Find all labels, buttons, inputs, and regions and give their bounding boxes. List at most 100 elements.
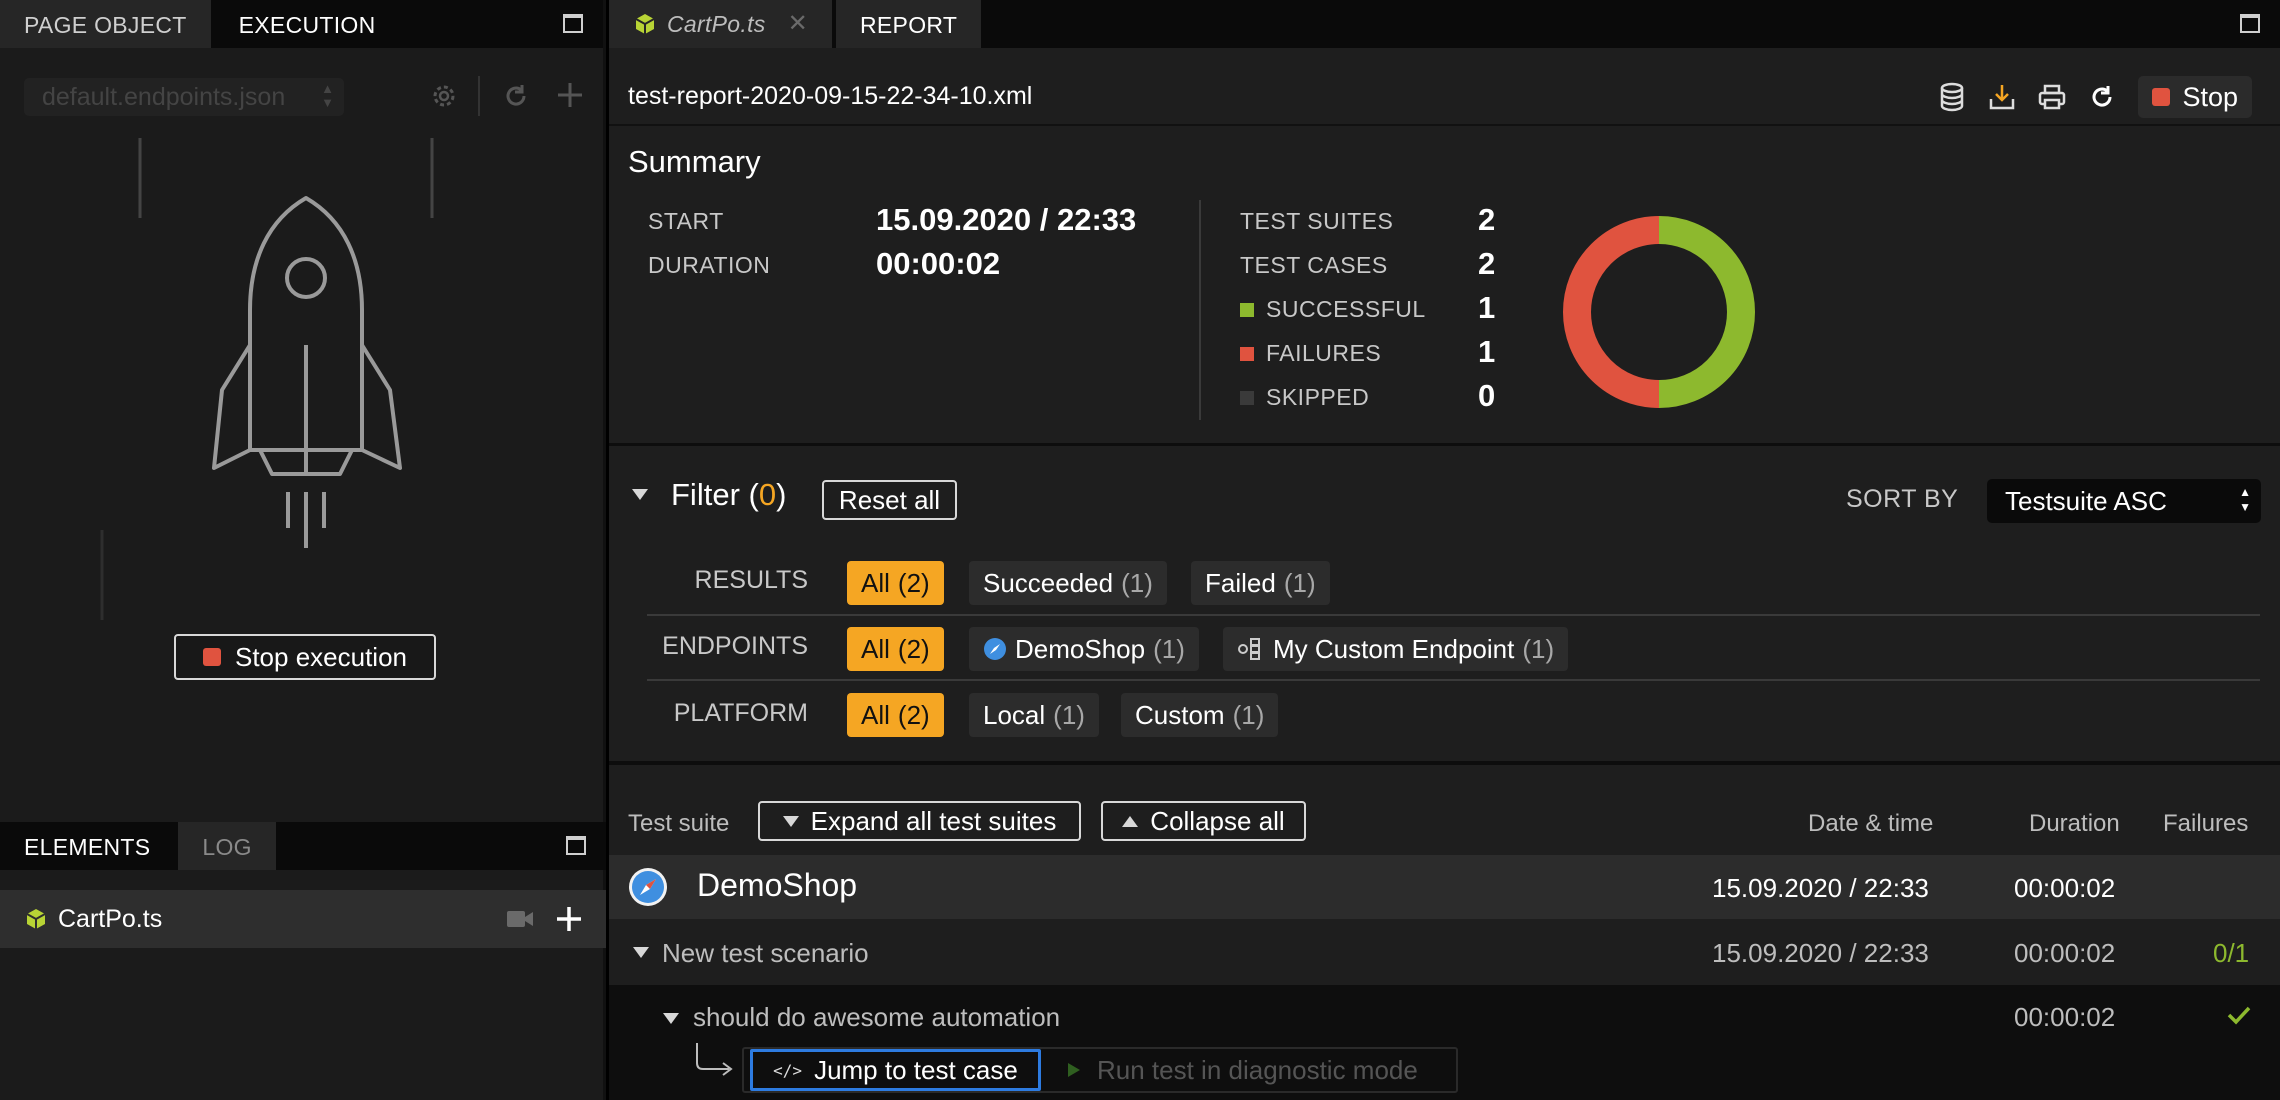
test-case-row[interactable]: should do awesome automation 00:00:02 </… <box>609 985 2280 1100</box>
expand-icon <box>782 815 799 827</box>
endpoints-chip-custom[interactable]: My Custom Endpoint (1) <box>1223 627 1569 671</box>
success-legend-swatch <box>1240 303 1254 317</box>
tab-log[interactable]: LOG <box>178 822 276 870</box>
stop-execution-button[interactable]: Stop execution <box>174 634 436 680</box>
duration-label: DURATION <box>648 252 771 278</box>
jump-to-test-case-button[interactable]: </> Jump to test case <box>750 1049 1041 1091</box>
scenario-name: New test scenario <box>662 938 869 968</box>
maximize-icon[interactable] <box>2240 14 2260 33</box>
results-chip-failed[interactable]: Failed (1) <box>1191 561 1330 605</box>
tab-report[interactable]: REPORT <box>836 0 982 48</box>
refresh-icon[interactable] <box>502 82 530 110</box>
duration-value: 00:00:02 <box>876 246 1001 281</box>
start-value: 15.09.2020 / 22:33 <box>876 202 1137 237</box>
failures-label: FAILURES <box>1240 340 1381 367</box>
report-filename: test-report-2020-09-15-22-34-10.xml <box>628 82 1033 110</box>
stop-icon <box>2152 88 2171 106</box>
collapse-case-icon[interactable] <box>663 1013 679 1024</box>
select-arrows-icon: ▲ ▼ <box>2239 485 2251 514</box>
results-donut-chart <box>1559 212 1759 412</box>
gear-icon[interactable] <box>430 82 458 110</box>
safari-icon <box>629 868 667 906</box>
filter-separator <box>647 679 2260 681</box>
tab-elements[interactable]: ELEMENTS <box>0 822 175 870</box>
maximize-icon[interactable] <box>563 14 583 33</box>
results-chip-succeeded[interactable]: Succeeded (1) <box>969 561 1167 605</box>
results-chip-all[interactable]: All (2) <box>847 561 944 605</box>
execution-toolbar: default.endpoints.json ▲ ▼ <box>0 68 606 124</box>
collapse-filter-icon[interactable] <box>632 487 648 505</box>
platform-filter-label: PLATFORM <box>673 699 808 727</box>
failures-column-header: Failures <box>2163 810 2249 837</box>
suite-datetime: 15.09.2020 / 22:33 <box>1712 873 1929 903</box>
filter-count: 0 <box>758 477 777 512</box>
stop-label: Stop <box>2182 81 2238 112</box>
suite-name: DemoShop <box>697 867 858 903</box>
code-icon: </> <box>773 1060 803 1080</box>
test-results-tree: Test suite Expand all test suites Collap… <box>609 769 2280 1100</box>
select-arrows-icon: ▲ ▼ <box>321 81 334 110</box>
filter-section: Filter (0) Reset all SORT BY Testsuite A… <box>609 449 2280 765</box>
stop-icon <box>202 648 221 666</box>
sort-label: SORT BY <box>1846 485 1959 513</box>
endpoint-select[interactable]: default.endpoints.json ▲ ▼ <box>24 78 344 116</box>
test-suite-row[interactable]: DemoShop 15.09.2020 / 22:33 00:00:02 <box>609 855 2280 919</box>
test-scenario-row[interactable]: New test scenario 15.09.2020 / 22:33 00:… <box>609 919 2280 985</box>
expand-all-button[interactable]: Expand all test suites <box>758 801 1081 841</box>
scenario-duration: 00:00:02 <box>2014 938 2116 968</box>
skipped-value: 0 <box>1478 378 1496 413</box>
download-icon[interactable] <box>1988 83 2016 111</box>
maximize-icon[interactable] <box>566 836 586 855</box>
tab-page-object[interactable]: PAGE OBJECT <box>0 0 211 48</box>
endpoints-chip-all[interactable]: All (2) <box>847 627 944 671</box>
summary-section: Summary START 15.09.2020 / 22:33 DURATIO… <box>609 128 2280 446</box>
add-icon[interactable] <box>555 80 585 110</box>
test-suite-column-label: Test suite <box>628 810 730 837</box>
endpoint-select-value: default.endpoints.json <box>42 83 286 111</box>
add-icon[interactable] <box>554 904 584 934</box>
play-icon <box>1068 1063 1080 1077</box>
print-icon[interactable] <box>2038 83 2066 111</box>
case-duration: 00:00:02 <box>2014 1002 2116 1032</box>
branch-arrow-icon <box>696 1043 733 1076</box>
run-diagnostic-button[interactable]: Run test in diagnostic mode <box>1051 1049 1451 1091</box>
tab-cartpo[interactable]: CartPo.ts ✕ <box>609 0 832 48</box>
platform-chip-local[interactable]: Local (1) <box>969 693 1099 737</box>
tab-cartpo-label: CartPo.ts <box>667 11 766 37</box>
case-name: should do awesome automation <box>693 1002 1061 1032</box>
endpoints-chip-demoshop[interactable]: DemoShop (1) <box>969 627 1199 671</box>
refresh-icon[interactable] <box>2088 83 2116 111</box>
tab-execution[interactable]: EXECUTION <box>214 0 400 48</box>
test-suites-label: TEST SUITES <box>1240 208 1394 234</box>
successful-label: SUCCESSFUL <box>1240 296 1426 323</box>
collapse-scenario-icon[interactable] <box>633 947 649 958</box>
cube-icon <box>26 909 46 929</box>
sort-select[interactable]: Testsuite ASC ▲ ▼ <box>1987 479 2261 523</box>
left-panel: PAGE OBJECT EXECUTION default.endpoints.… <box>0 0 606 1100</box>
scenario-datetime: 15.09.2020 / 22:33 <box>1712 938 1929 968</box>
endpoints-filter-label: ENDPOINTS <box>662 632 808 660</box>
results-filter-label: RESULTS <box>694 566 808 594</box>
bottom-tabbar: ELEMENTS LOG <box>0 822 606 870</box>
left-tabbar: PAGE OBJECT EXECUTION <box>0 0 603 48</box>
suite-duration: 00:00:02 <box>2014 873 2116 903</box>
file-item-cartpo[interactable]: CartPo.ts <box>0 890 606 948</box>
platform-chip-custom[interactable]: Custom (1) <box>1121 693 1279 737</box>
safari-icon <box>984 638 1006 660</box>
file-name: CartPo.ts <box>58 904 163 933</box>
skipped-legend-swatch <box>1240 391 1254 405</box>
collapse-all-button[interactable]: Collapse all <box>1101 801 1306 841</box>
stop-execution-label: Stop execution <box>234 641 407 672</box>
reset-all-button[interactable]: Reset all <box>822 480 957 520</box>
skipped-label: SKIPPED <box>1240 384 1369 411</box>
sort-select-value: Testsuite ASC <box>2005 486 2167 516</box>
video-camera-icon[interactable] <box>506 908 534 930</box>
database-icon[interactable] <box>1938 82 1966 112</box>
donut-slice-failures <box>1563 216 1660 408</box>
close-icon[interactable]: ✕ <box>788 0 808 49</box>
report-header: test-report-2020-09-15-22-34-10.xml Stop <box>609 68 2280 126</box>
stop-button[interactable]: Stop <box>2138 76 2252 118</box>
platform-chip-all[interactable]: All (2) <box>847 693 944 737</box>
summary-title: Summary <box>628 144 761 179</box>
toolbar-divider <box>478 76 480 116</box>
